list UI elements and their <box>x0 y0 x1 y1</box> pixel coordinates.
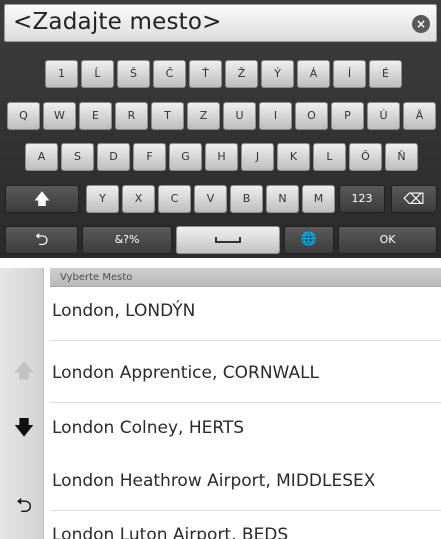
key-o-circumflex[interactable]: Ô <box>349 143 382 171</box>
list-item[interactable]: London, LONDÝN <box>50 287 441 341</box>
key-l[interactable]: L <box>313 143 346 171</box>
scroll-up-icon[interactable]: 🡅 <box>13 359 35 381</box>
key-p[interactable]: P <box>331 102 364 130</box>
list-item[interactable]: London Heathrow Airport, MIDDLESEX <box>50 457 441 511</box>
key-c[interactable]: C <box>158 185 191 213</box>
list-item-label: London Luton Airport, BEDS <box>52 525 289 539</box>
key-h[interactable]: H <box>205 143 238 171</box>
key-z[interactable]: Z <box>187 102 220 130</box>
key-y[interactable]: Y <box>86 185 119 213</box>
key-n[interactable]: N <box>266 185 299 213</box>
key-a[interactable]: A <box>25 143 58 171</box>
ok-button[interactable]: OK <box>338 226 437 254</box>
numeric-mode-button[interactable]: 123 <box>339 185 385 213</box>
key-a-acute[interactable]: Á <box>297 60 330 88</box>
key-k[interactable]: K <box>277 143 310 171</box>
backspace-icon[interactable]: ⌫ <box>391 185 437 213</box>
city-list-screen: 🡅 🡇 ⮌ Vyberte Mesto London, LONDÝN Londo… <box>0 268 441 539</box>
back-icon[interactable]: ⮌ <box>13 494 35 516</box>
list-item-label: London Colney, HERTS <box>52 418 245 438</box>
key-l-acute[interactable]: Ĺ <box>81 60 114 88</box>
city-search-input[interactable]: <Zadajte mesto> × <box>4 4 437 42</box>
back-icon[interactable]: ⮌ <box>5 226 78 254</box>
key-e[interactable]: E <box>79 102 112 130</box>
list-item[interactable]: London Luton Airport, BEDS <box>50 511 441 539</box>
key-1[interactable]: 1 <box>45 60 78 88</box>
key-i[interactable]: I <box>259 102 292 130</box>
list-header: Vyberte Mesto <box>50 268 441 287</box>
key-w[interactable]: W <box>43 102 76 130</box>
keyboard-screen: <Zadajte mesto> × 1 Ĺ Š Č Ť Ž Ý Á Í É Q … <box>0 0 441 258</box>
list-item-label: London Heathrow Airport, MIDDLESEX <box>52 471 376 491</box>
key-u[interactable]: U <box>223 102 256 130</box>
key-a-umlaut[interactable]: Ä <box>403 102 436 130</box>
list-nav-bar: 🡅 🡇 ⮌ <box>0 268 44 539</box>
key-n-caron[interactable]: Ň <box>385 143 418 171</box>
list-item[interactable]: London Apprentice, CORNWALL <box>50 349 441 403</box>
key-v[interactable]: V <box>194 185 227 213</box>
key-d[interactable]: D <box>97 143 130 171</box>
key-f[interactable]: F <box>133 143 166 171</box>
key-r[interactable]: R <box>115 102 148 130</box>
symbols-button[interactable]: &?% <box>82 226 172 254</box>
space-key[interactable] <box>176 226 280 254</box>
list-item-label: London, LONDÝN <box>52 301 196 321</box>
key-o[interactable]: O <box>295 102 328 130</box>
space-icon <box>215 237 241 243</box>
key-s[interactable]: S <box>61 143 94 171</box>
key-x[interactable]: X <box>122 185 155 213</box>
key-q[interactable]: Q <box>7 102 40 130</box>
city-search-text: <Zadajte mesto> <box>13 9 222 35</box>
globe-icon[interactable]: 🌐 <box>284 226 334 254</box>
key-b[interactable]: B <box>230 185 263 213</box>
key-j[interactable]: J <box>241 143 274 171</box>
key-u-acute[interactable]: Ú <box>367 102 400 130</box>
key-g[interactable]: G <box>169 143 202 171</box>
key-y-acute[interactable]: Ý <box>261 60 294 88</box>
scroll-down-icon[interactable]: 🡇 <box>13 416 35 438</box>
clear-icon[interactable]: × <box>412 15 430 33</box>
screen-divider <box>0 258 441 268</box>
key-i-acute[interactable]: Í <box>333 60 366 88</box>
key-z-caron[interactable]: Ž <box>225 60 258 88</box>
key-t-caron[interactable]: Ť <box>189 60 222 88</box>
key-e-acute[interactable]: É <box>369 60 402 88</box>
list-item[interactable]: London Colney, HERTS <box>50 404 441 458</box>
key-m[interactable]: M <box>302 185 335 213</box>
key-c-caron[interactable]: Č <box>153 60 186 88</box>
key-s-caron[interactable]: Š <box>117 60 150 88</box>
key-t[interactable]: T <box>151 102 184 130</box>
list-item-label: London Apprentice, CORNWALL <box>52 363 320 383</box>
shift-icon[interactable]: 🡅 <box>5 185 79 213</box>
